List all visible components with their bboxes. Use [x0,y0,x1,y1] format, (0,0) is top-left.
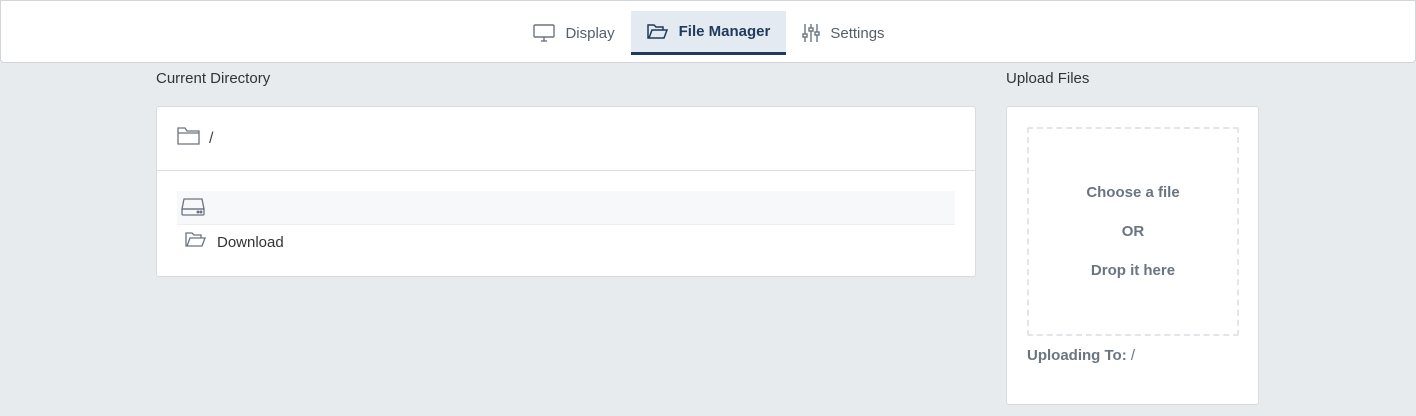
or-separator: OR [1121,223,1145,240]
top-navigation-bar: Display File Manager Settings [0,0,1416,63]
current-directory-title: Current Directory [156,70,271,87]
sliders-icon [802,23,821,43]
folder-open-icon [646,23,669,41]
uploading-to-path: / [1130,347,1136,364]
drop-hint: Drop it here [1090,262,1176,279]
tab-file-manager-label: File Manager [678,23,771,40]
current-path: / [209,129,214,147]
list-item-label: Download [217,233,284,251]
choose-file-link[interactable]: Choose a file [1086,184,1179,201]
list-item-download[interactable]: Download [177,225,955,259]
tab-settings-label: Settings [830,24,885,42]
tab-file-manager[interactable]: File Manager [630,11,787,55]
tab-display[interactable]: Display [517,11,630,55]
tab-display-label: Display [565,24,615,42]
tab-settings[interactable]: Settings [786,11,900,55]
folder-icon [177,126,201,151]
uploading-to-status: Uploading To: / [1027,347,1135,364]
upload-card: Choose a file OR Drop it here Uploading … [1006,106,1259,405]
list-item-drive[interactable] [177,191,955,225]
directory-header: / [157,107,975,171]
file-drop-zone[interactable]: Choose a file OR Drop it here [1027,127,1239,336]
monitor-icon [533,24,556,42]
folder-open-icon [185,231,207,253]
directory-card: / Download [156,106,976,277]
upload-files-title: Upload Files [1006,70,1090,87]
tab-list: Display File Manager Settings [1,11,1416,55]
drive-icon [181,196,205,220]
uploading-to-label: Uploading To: [1027,347,1127,364]
